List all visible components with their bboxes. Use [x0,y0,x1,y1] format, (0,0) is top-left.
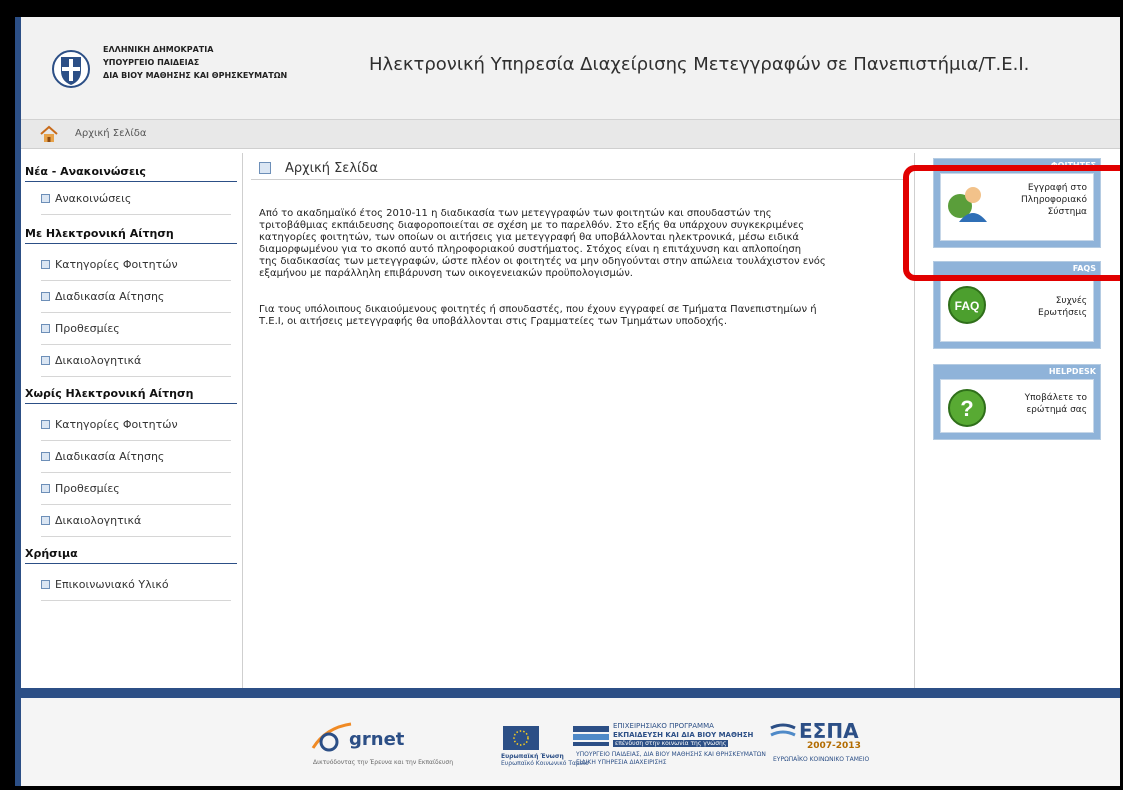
page-title: Αρχική Σελίδα [285,161,378,176]
espa-sub: ΕΥΡΩΠΑΪΚΟ ΚΟΙΝΩΝΙΚΟ ΤΑΜΕΙΟ [773,756,870,763]
sidebar-item-student-categories-2[interactable]: Κατηγορίες Φοιτητών [41,418,231,441]
sidebar-item-student-categories[interactable]: Κατηγορίες Φοιτητών [41,258,231,281]
bullet-icon [41,579,50,589]
sidebar-item-documents[interactable]: Δικαιολογητικά [41,354,231,377]
ministry-line-2: ΥΠΟΥΡΓΕΙΟ ΠΑΙΔΕΙΑΣ [103,58,200,67]
bullet-icon [41,355,50,365]
program-logo-icon [573,726,609,746]
footer-band [21,688,1120,698]
sidebar-section-news: Νέα - Ανακοινώσεις [25,165,237,182]
espa-years: 2007-2013 [807,741,861,751]
header: ΕΛΛΗΝΙΚΗ ΔΗΜΟΚΡΑΤΙΑ ΥΠΟΥΡΓΕΙΟ ΠΑΙΔΕΙΑΣ Δ… [21,17,1120,120]
faq-icon: FAQ [948,286,986,324]
program-line-3: επένδυση στην κοινωνία της γνώσης [613,740,729,747]
sidebar-section-useful: Χρήσιμα [25,547,237,564]
intro-paragraph: Από το ακαδημαϊκό έτος 2010-11 η διαδικα… [259,208,901,280]
espa-title: ΕΣΠΑ [799,719,859,743]
sidebar-item-announcements[interactable]: Ανακοινώσεις [41,192,231,215]
bullet-icon [41,193,50,203]
program-line-4: ΥΠΟΥΡΓΕΙΟ ΠΑΙΔΕΙΑΣ, ΔΙΑ ΒΙΟΥ ΜΑΘΗΣΗΣ ΚΑΙ… [576,751,766,758]
faq-card-label: Συχνές Ερωτήσεις [1038,296,1087,318]
breadcrumb-home-link[interactable]: Αρχική Σελίδα [75,128,147,139]
helpdesk-card-tag: HELPDESK [1048,367,1096,376]
svg-text:FAQ: FAQ [955,299,980,313]
para1-line: κατηγορίες φοιτητών, των οποίων οι αιτήσ… [259,232,799,243]
bullet-icon [41,451,50,461]
breadcrumb: Αρχική Σελίδα [21,120,1120,149]
bullet-icon [41,323,50,333]
grnet-tagline: Δικτυόδοντας την Έρευνα και την Εκπαίδευ… [313,759,454,766]
page: ΕΛΛΗΝΙΚΗ ΔΗΜΟΚΡΑΤΙΑ ΥΠΟΥΡΓΕΙΟ ΠΑΙΔΕΙΑΣ Δ… [15,17,1120,786]
grnet-logo-text: grnet [349,729,405,750]
grnet-logo-icon [311,722,352,752]
program-line-2: ΕΚΠΑΙΔΕΥΣΗ ΚΑΙ ΔΙΑ ΒΙΟΥ ΜΑΘΗΣΗ [613,731,754,739]
sidebar-section-electronic: Με Ηλεκτρονική Αίτηση [25,227,237,244]
para1-line: Από το ακαδημαϊκό έτος 2010-11 η διαδικα… [259,208,772,219]
main-header: Αρχική Σελίδα [251,161,903,180]
para2-line: Τ.Ε.Ι, οι αιτήσεις μετεγγραφής θα υποβάλ… [259,316,728,327]
helpdesk-card[interactable]: HELPDESK ? Υποβάλετε το ερώτημά σας [933,364,1101,440]
sidebar-item-deadlines[interactable]: Προθεσμίες [41,322,231,345]
helpdesk-card-body: ? Υποβάλετε το ερώτημά σας [940,379,1094,433]
program-line-5: ΕΙΔΙΚΗ ΥΠΗΡΕΣΙΑ ΔΙΑΧΕΙΡΙΣΗΣ [576,759,667,766]
sidebar-item-deadlines-2[interactable]: Προθεσμίες [41,482,231,505]
para1-line: διαμορφωμένου για το σκοπό αυτό πληροφορ… [259,244,802,255]
para2-line: Για τους υπόλοιπους δικαιούμενους φοιτητ… [259,304,817,315]
eu-label: Ευρωπαϊκή Ένωση [501,753,564,760]
main-content: Αρχική Σελίδα Από το ακαδημαϊκό έτος 201… [243,153,913,688]
helpdesk-card-label: Υποβάλετε το ερώτημά σας [1024,393,1087,415]
ministry-line-1: ΕΛΛΗΝΙΚΗ ΔΗΜΟΚΡΑΤΙΑ [103,45,214,54]
ministry-line-3: ΔΙΑ ΒΙΟΥ ΜΑΘΗΣΗΣ ΚΑΙ ΘΡΗΣΚΕΥΜΑΤΩΝ [103,71,288,80]
sidebar-item-documents-2[interactable]: Δικαιολογητικά [41,514,231,537]
sidebar-item-application-process[interactable]: Διαδικασία Αίτησης [41,290,231,313]
bullet-icon [41,483,50,493]
para1-line: εξαμήνου με παράλληλη επιβάρυνση των οικ… [259,268,633,279]
sidebar-item-application-process-2[interactable]: Διαδικασία Αίτησης [41,450,231,473]
greek-coat-of-arms-logo [52,50,90,88]
bullet-icon [41,259,50,269]
bullet-icon [41,515,50,525]
program-line-1: ΕΠΙΧΕΙΡΗΣΙΑΚΟ ΠΡΟΓΡΑΜΜΑ [613,722,714,730]
second-paragraph: Για τους υπόλοιπους δικαιούμενους φοιτητ… [259,304,901,328]
faq-card-body: FAQ Συχνές Ερωτήσεις [940,276,1094,342]
question-icon: ? [948,389,986,427]
para1-line: της διαδικασίας των μετεγγραφών, ώστε πλ… [259,256,826,267]
red-highlight-annotation [903,165,1120,281]
sidebar-item-communication-material[interactable]: Επικοινωνιακό Υλικό [41,578,231,601]
sidebar: Νέα - Ανακοινώσεις Ανακοινώσεις Με Ηλεκτ… [21,153,243,688]
espa-logo-icon [770,723,796,737]
sidebar-section-non-electronic: Χωρίς Ηλεκτρονική Αίτηση [25,387,237,404]
eu-flag-icon [503,726,539,750]
svg-text:?: ? [960,396,973,421]
bullet-icon [41,419,50,429]
home-icon[interactable] [39,125,59,143]
bullet-icon [41,291,50,301]
para1-line: τριτοβάθμιας εκπάιδευσης διαφοροποιείται… [259,220,805,231]
site-title: Ηλεκτρονική Υπηρεσία Διαχείρισης Μετεγγρ… [369,54,1030,75]
footer: grnet Δικτυόδοντας την Έρευνα και την Εκ… [21,698,1120,786]
page-icon [259,162,271,174]
